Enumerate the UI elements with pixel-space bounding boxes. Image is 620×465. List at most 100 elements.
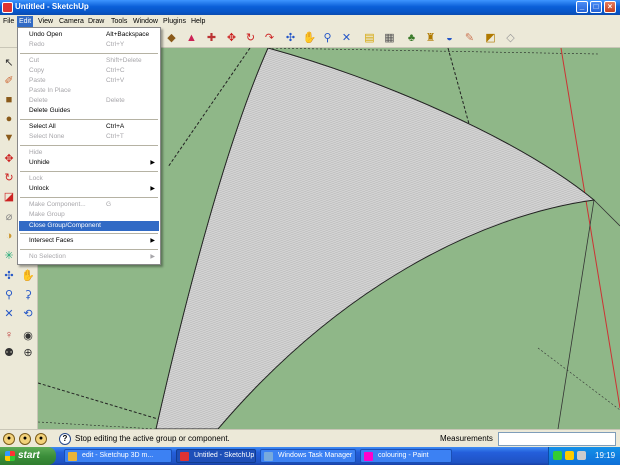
model-edge <box>593 199 620 227</box>
submenu-arrow-icon: ▶ <box>150 160 155 166</box>
move-icon[interactable]: ✥ <box>1 150 17 166</box>
guide-line <box>267 48 599 55</box>
menu-bar: File Edit View Camera Draw Tools Window … <box>0 15 620 27</box>
styles-icon[interactable]: ♜ <box>423 30 438 45</box>
orbit-icon[interactable]: ✣ <box>1 267 17 283</box>
menu-item-delete-guides[interactable]: Delete Guides <box>19 106 159 116</box>
menu-item-redo[interactable]: Redo Ctrl+Y <box>19 40 159 50</box>
menu-plugins[interactable]: Plugins <box>161 16 188 27</box>
network-icon[interactable] <box>553 451 562 460</box>
layers-icon[interactable]: ◒ <box>442 30 457 45</box>
window-title: Untitled - SketchUp <box>15 2 89 11</box>
menu-separator <box>20 53 158 54</box>
minimize-button[interactable]: _ <box>576 1 588 13</box>
menu-item-make-group[interactable]: Make Group <box>19 210 159 220</box>
tape-icon[interactable]: ⌀ <box>1 208 17 224</box>
selected-face[interactable] <box>155 48 596 429</box>
security-icon[interactable] <box>565 451 574 460</box>
rotate-icon[interactable]: ↻ <box>1 169 17 185</box>
menu-item-unlock[interactable]: Unlock ▶ <box>19 184 159 194</box>
axes-icon[interactable]: ✳ <box>1 247 17 263</box>
menu-file[interactable]: File <box>1 16 16 27</box>
help-icon[interactable]: ? <box>59 433 71 445</box>
submenu-arrow-icon: ▶ <box>150 186 155 192</box>
paint-app-icon <box>364 452 373 461</box>
submenu-arrow-icon: ▶ <box>150 254 155 260</box>
maximize-button[interactable]: □ <box>590 1 602 13</box>
previous-icon[interactable]: ⟲ <box>20 305 36 321</box>
menu-item-undo-open[interactable]: Undo Open Alt+Backspace <box>19 30 159 40</box>
look-around-icon[interactable]: ◉ <box>20 327 36 343</box>
paint-icon[interactable]: ✐ <box>1 72 17 88</box>
zoom-extents-icon[interactable]: ✕ <box>1 305 17 321</box>
taskbar-button-browser[interactable]: edit - Sketchup 3D m... <box>64 449 172 463</box>
taskbar-button-sketchup[interactable]: Untitled - SketchUp <box>176 449 256 463</box>
geo-location-icon[interactable]: ● <box>3 433 15 445</box>
paint-bucket-icon[interactable]: ▲ <box>184 30 199 45</box>
component-icon[interactable]: ◆ <box>164 30 179 45</box>
zoom-window-icon[interactable]: ⚳ <box>20 286 36 302</box>
component-browser-icon[interactable]: ▦ <box>382 30 397 45</box>
measurements-input[interactable] <box>498 432 616 446</box>
shadows-icon[interactable]: ✎ <box>462 30 477 45</box>
section-plane-icon[interactable]: ⊕ <box>20 344 36 360</box>
menu-item-no-selection[interactable]: No Selection ▶ <box>19 252 159 262</box>
follow-me-icon[interactable]: ↷ <box>262 30 277 45</box>
task-manager-icon <box>264 452 273 461</box>
credits-icon[interactable]: ● <box>19 433 31 445</box>
warehouse-icon[interactable]: ▤ <box>362 30 377 45</box>
submenu-arrow-icon: ▶ <box>150 238 155 244</box>
menu-view[interactable]: View <box>36 16 55 27</box>
status-message: Stop editing the active group or compone… <box>75 434 230 443</box>
orbit-icon[interactable]: ✣ <box>283 30 298 45</box>
circle-icon[interactable]: ● <box>1 111 17 127</box>
start-button[interactable]: start <box>0 447 56 465</box>
position-camera-icon[interactable]: ♀ <box>1 327 17 343</box>
move-icon[interactable]: ✥ <box>224 30 239 45</box>
menu-edit[interactable]: Edit <box>17 16 34 27</box>
menu-camera[interactable]: Camera <box>57 16 86 27</box>
zoom-extents-icon[interactable]: ✕ <box>339 30 354 45</box>
menu-item-copy[interactable]: Copy Ctrl+C <box>19 66 159 76</box>
taskbar-button-paint[interactable]: colouring - Paint <box>360 449 452 463</box>
menu-item-unhide[interactable]: Unhide ▶ <box>19 158 159 168</box>
menu-item-cut[interactable]: Cut Shift+Delete <box>19 56 159 66</box>
polygon-icon[interactable]: ▼ <box>1 130 17 146</box>
menu-separator <box>20 145 158 146</box>
menu-tools[interactable]: Tools <box>109 16 129 27</box>
windows-taskbar: start edit - Sketchup 3D m... Untitled -… <box>0 447 620 465</box>
menu-item-close-group-component[interactable]: Close Group/Component <box>19 221 159 231</box>
menu-window[interactable]: Window <box>131 16 160 27</box>
menu-item-paste[interactable]: Paste Ctrl+V <box>19 76 159 86</box>
menu-item-paste-in-place[interactable]: Paste In Place <box>19 86 159 96</box>
pan-icon[interactable]: ✋ <box>302 30 317 45</box>
pan-icon[interactable]: ✋ <box>20 267 36 283</box>
menu-item-make-component[interactable]: Make Component... G <box>19 200 159 210</box>
menu-item-lock[interactable]: Lock <box>19 174 159 184</box>
rotate-icon[interactable]: ↻ <box>243 30 258 45</box>
menu-item-select-all[interactable]: Select All Ctrl+A <box>19 122 159 132</box>
volume-icon[interactable] <box>577 451 586 460</box>
menu-help[interactable]: Help <box>189 16 207 27</box>
zoom-icon[interactable]: ⚲ <box>1 286 17 302</box>
sketchup-app-icon[interactable] <box>2 2 13 13</box>
protractor-icon[interactable]: ◑ <box>1 228 17 244</box>
section-plane-icon[interactable]: ◇ <box>503 30 518 45</box>
menu-item-delete[interactable]: Delete Delete <box>19 96 159 106</box>
materials-icon[interactable]: ♣ <box>404 30 419 45</box>
select-icon[interactable]: ↖ <box>1 54 17 70</box>
menu-separator <box>20 119 158 120</box>
user-icon[interactable]: ● <box>35 433 47 445</box>
close-button[interactable]: × <box>604 1 616 13</box>
rectangle-icon[interactable]: ■ <box>1 92 17 108</box>
menu-item-select-none[interactable]: Select None Ctrl+T <box>19 132 159 142</box>
menu-item-intersect-faces[interactable]: Intersect Faces ▶ <box>19 236 159 246</box>
walk-icon[interactable]: ⚉ <box>1 344 17 360</box>
zoom-icon[interactable]: ⚲ <box>320 30 335 45</box>
scale-icon[interactable]: ◪ <box>1 188 17 204</box>
section-icon[interactable]: ◩ <box>483 30 498 45</box>
menu-item-hide[interactable]: Hide <box>19 148 159 158</box>
menu-draw[interactable]: Draw <box>86 16 106 27</box>
push-pull-icon[interactable]: ✚ <box>204 30 219 45</box>
taskbar-button-task-manager[interactable]: Windows Task Manager <box>260 449 356 463</box>
